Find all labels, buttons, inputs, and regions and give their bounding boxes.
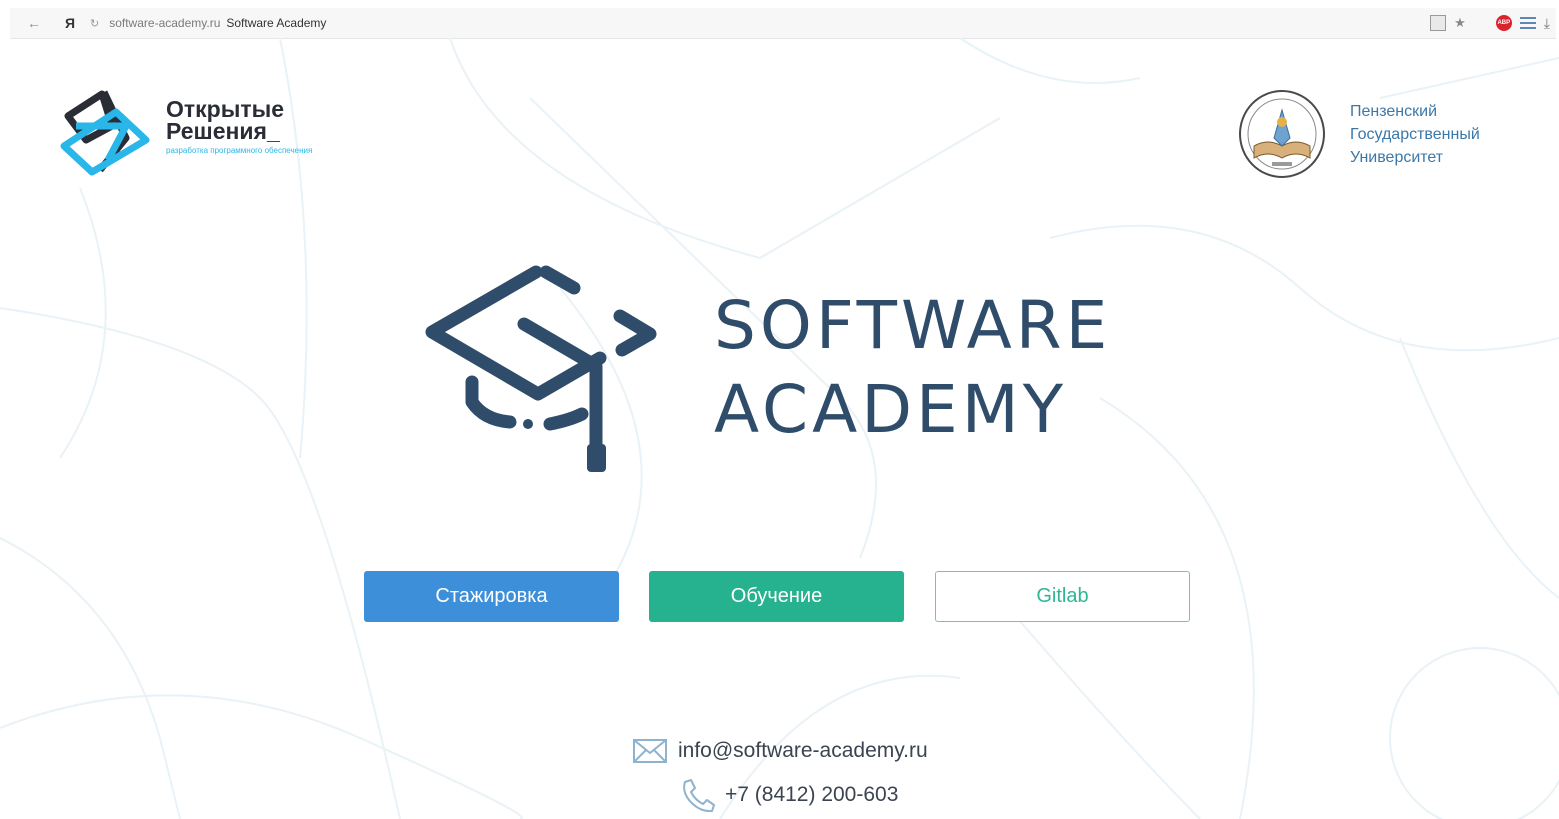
email-contact[interactable]: info@software-academy.ru: [632, 737, 928, 765]
graduation-cap-icon: [425, 265, 657, 472]
email-link[interactable]: info@software-academy.ru: [678, 739, 928, 763]
address-page-title: Software Academy: [226, 16, 327, 30]
university-seal-icon: [1239, 90, 1325, 178]
phone-contact[interactable]: +7 (8412) 200-603: [679, 778, 898, 812]
envelope-icon: [633, 739, 667, 763]
browser-toolbar: ← Я ↻ software-academy.ru Software Acade…: [10, 8, 1556, 39]
yandex-icon[interactable]: Я: [58, 11, 82, 35]
open-solutions-line1: Открытые: [166, 96, 285, 122]
open-solutions-star-icon: [60, 90, 150, 176]
academy-title: SOFTWARE ACADEMY: [714, 284, 1111, 452]
phone-number[interactable]: +7 (8412) 200-603: [725, 783, 898, 807]
academy-title-line1: SOFTWARE: [714, 287, 1112, 364]
learning-button[interactable]: Обучение: [649, 571, 904, 622]
open-solutions-subtitle: разработка программного обеспечения: [166, 146, 313, 155]
open-solutions-line2: Решения_: [166, 118, 280, 144]
reload-icon[interactable]: ↻: [90, 17, 99, 30]
penza-university-logo[interactable]: Пензенский Государственный Университет: [1236, 88, 1480, 180]
university-line3: Университет: [1350, 148, 1444, 166]
back-arrow-icon[interactable]: ←: [22, 11, 46, 35]
adblock-icon[interactable]: ABP: [1495, 15, 1512, 31]
internship-button[interactable]: Стажировка: [364, 571, 619, 622]
browser-extensions: ★ ABP ⤓: [1430, 15, 1556, 32]
download-icon[interactable]: ⤓: [1544, 15, 1550, 32]
university-line1: Пензенский: [1350, 102, 1437, 120]
academy-title-line2: ACADEMY: [714, 371, 1068, 448]
address-bar[interactable]: ↻ software-academy.ru Software Academy: [90, 12, 326, 34]
reader-mode-icon[interactable]: [1430, 15, 1447, 31]
bookmark-star-icon[interactable]: ★: [1454, 15, 1466, 31]
gitlab-button[interactable]: Gitlab: [935, 571, 1190, 622]
extension-menu-icon[interactable]: [1519, 17, 1536, 29]
open-solutions-logo[interactable]: Открытые Решения_ разработка программног…: [56, 86, 316, 178]
phone-icon: [683, 779, 715, 812]
address-url: software-academy.ru: [109, 16, 221, 30]
university-line2: Государственный: [1350, 125, 1480, 143]
